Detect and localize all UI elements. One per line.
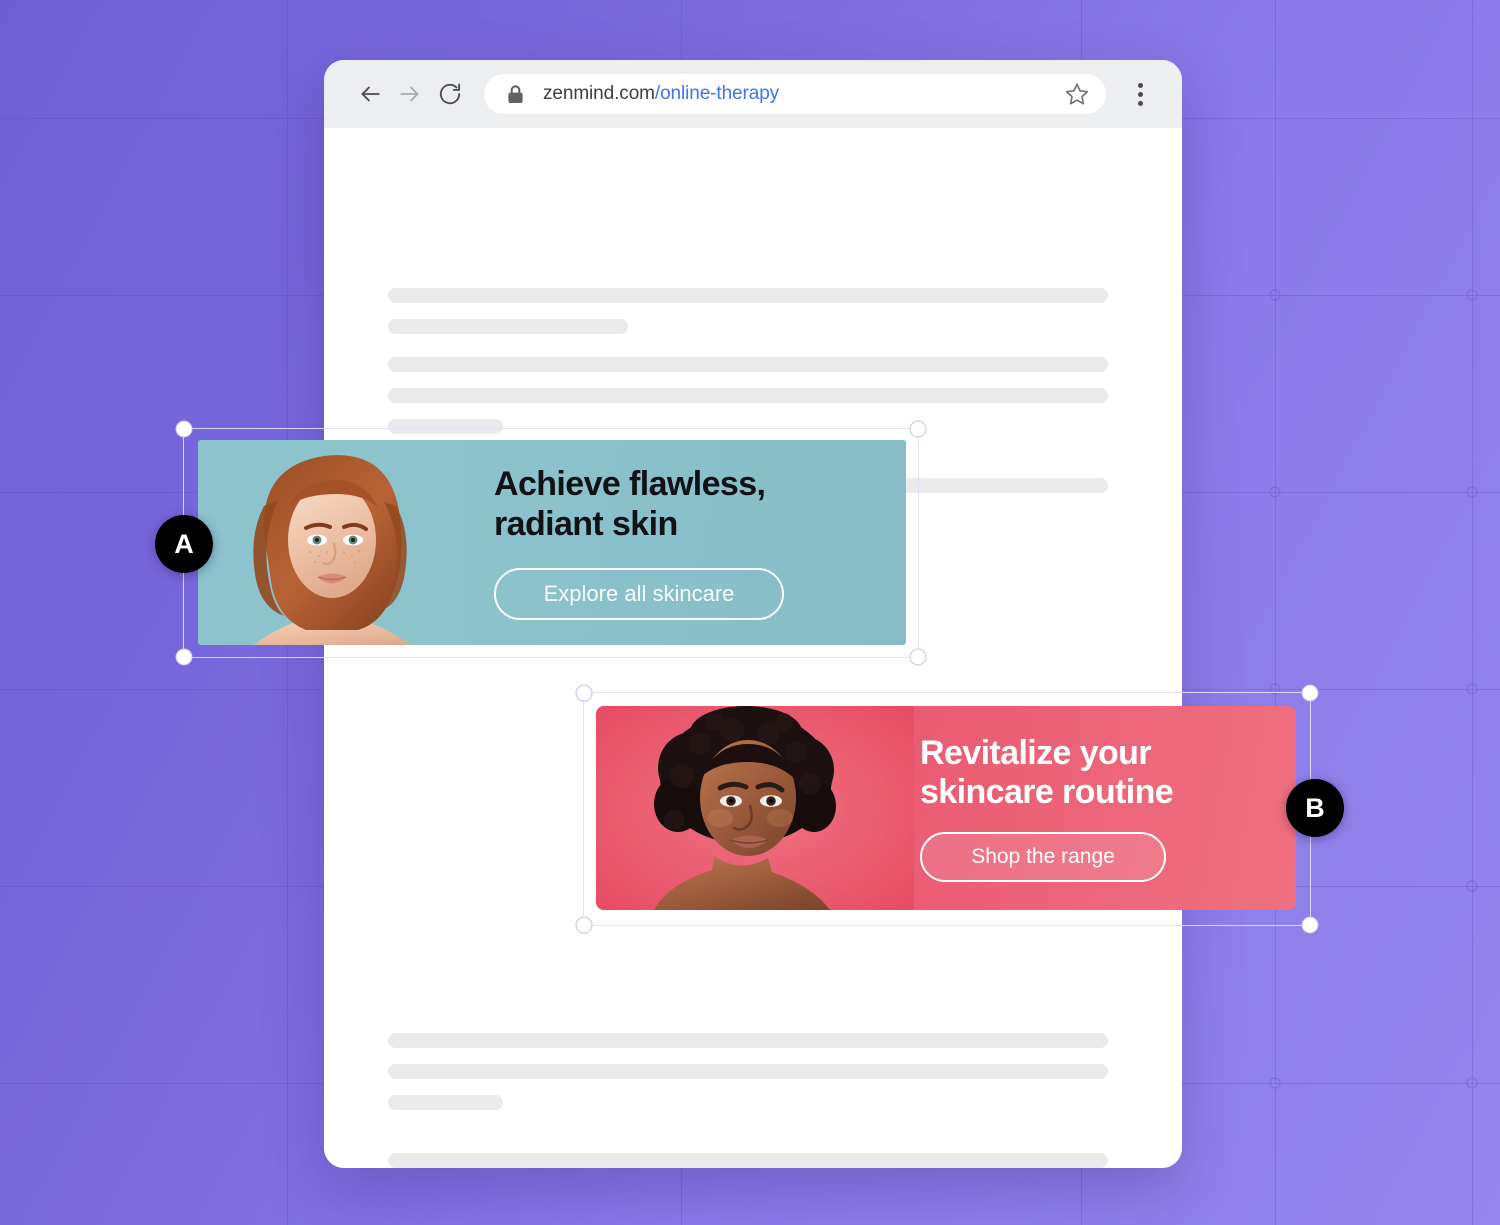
banner-b-headline-line1: Revitalize your [920,733,1152,772]
back-icon[interactable] [350,74,390,114]
grid-line-vertical [1472,0,1473,1225]
url-domain: zenmind.com [543,83,655,104]
skeleton-line-bottom [388,1033,1108,1048]
grid-node [1466,880,1478,892]
url-path: /online-therapy [654,83,780,104]
skeleton-line-bottom [388,1095,503,1110]
variant-marker-b[interactable]: B [1286,779,1344,837]
banner-a-cta-button[interactable]: Explore all skincare [494,567,784,620]
address-bar[interactable]: zenmind.com/online-therapy [484,74,1106,114]
banner-b-cta-button[interactable]: Shop the range [920,832,1166,883]
star-icon[interactable] [1064,81,1090,107]
skeleton-line-top [388,319,628,334]
kebab-dot [1137,100,1143,106]
grid-node [1466,1077,1478,1089]
forward-icon[interactable] [390,74,430,114]
grid-node [1466,486,1478,498]
url-text: zenmind.com/online-therapy [543,83,1064,105]
lock-icon [506,84,525,105]
resize-handle-top-right[interactable] [1301,684,1319,702]
banner-a-photo [198,440,466,645]
skeleton-line-bottom [388,1064,1108,1079]
banner-a-headline-line1: Achieve flawless, [494,465,766,504]
kebab-menu-icon[interactable] [1122,74,1158,114]
canvas-stage: zenmind.com/online-therapy Achieve flawl… [0,0,1500,1225]
banner-b-copy: Revitalize your skincare routine Shop th… [914,706,1296,910]
skeleton-line-top [388,419,503,434]
variant-marker-a[interactable]: A [155,515,213,573]
grid-node [1466,289,1478,301]
resize-handle-bottom-right[interactable] [1301,916,1319,934]
banner-b-headline-line2: skincare routine [920,773,1174,811]
resize-handle-top-left[interactable] [175,420,193,438]
banner-b-photo [596,706,914,910]
grid-node [1269,486,1281,498]
kebab-dot [1137,82,1143,88]
grid-node [1269,1077,1281,1089]
kebab-dot [1137,91,1143,97]
page-content [324,128,1182,1168]
reload-icon[interactable] [430,74,470,114]
grid-node [1466,683,1478,695]
skeleton-line-top [388,357,1108,372]
grid-node [1269,289,1281,301]
ad-banner-a[interactable]: Achieve flawless, radiant skin Explore a… [198,440,906,645]
ad-banner-b[interactable]: Revitalize your skincare routine Shop th… [596,706,1296,910]
browser-toolbar: zenmind.com/online-therapy [324,60,1182,128]
skeleton-line-bottom [388,1153,1108,1168]
skeleton-line-top [388,288,1108,303]
banner-a-copy: Achieve flawless, radiant skin Explore a… [466,440,906,645]
resize-handle-bottom-left[interactable] [175,648,193,666]
skeleton-line-top [388,388,1108,403]
grid-line-vertical [1275,0,1276,1225]
grid-node [1269,683,1281,695]
banner-a-headline-line2: radiant skin [494,504,678,543]
